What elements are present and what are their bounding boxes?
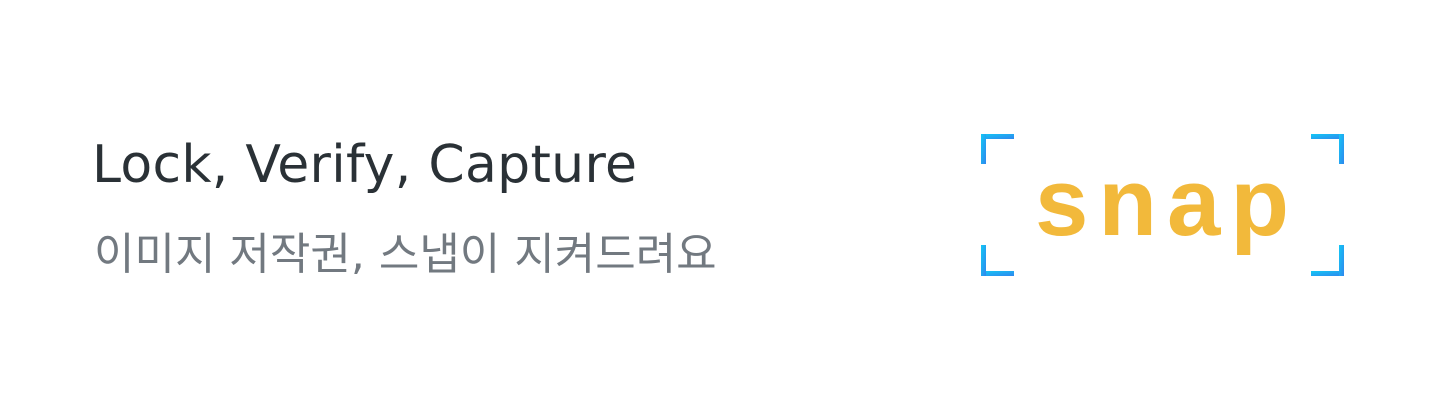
- headline: Lock, Verify, Capture: [92, 135, 638, 195]
- logo-wordmark: snap: [1034, 149, 1300, 256]
- hero-banner: Lock, Verify, Capture 이미지 저작권, 스냅이 지켜드려요: [0, 0, 1440, 411]
- subheadline: 이미지 저작권, 스냅이 지켜드려요: [94, 229, 717, 280]
- snap-logo: snap: [980, 133, 1344, 277]
